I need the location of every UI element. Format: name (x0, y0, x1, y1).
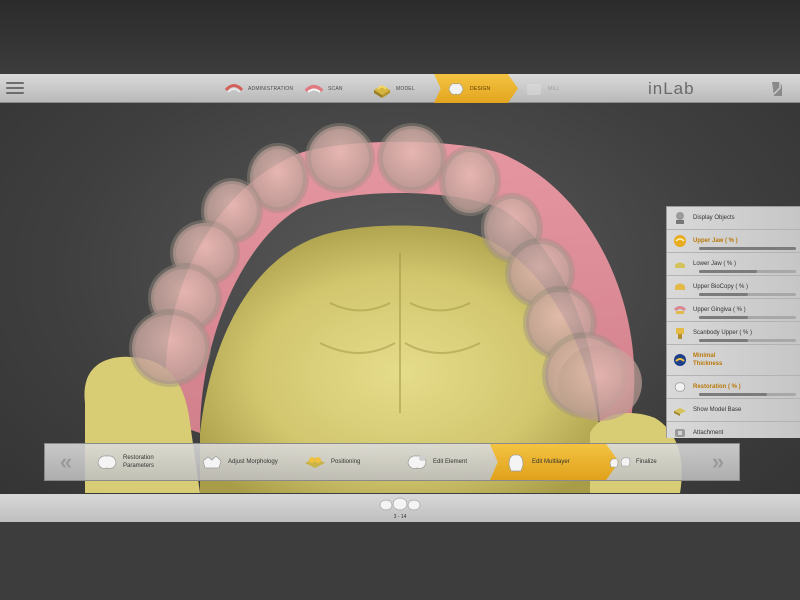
display-item-scanbody-upper[interactable]: Scanbody Upper ( % ) (667, 322, 800, 345)
item-label: Scanbody Upper ( % ) (693, 330, 753, 336)
step-restoration-parameters[interactable]: Restoration Parameters (95, 444, 195, 480)
phase-label: SCAN (328, 85, 343, 92)
step-label: Restoration Parameters (123, 455, 155, 469)
phase-label: DESIGN (470, 85, 491, 92)
scanbody-upper-icon (673, 326, 687, 340)
display-item-minimal-thickness[interactable]: Minimal Thickness (667, 345, 800, 376)
edit-element-icon (405, 451, 429, 473)
upper-jaw-icon (673, 234, 687, 248)
item-label: Attachment (693, 430, 724, 436)
minimal-thickness-icon (673, 353, 687, 367)
display-objects-header[interactable]: Display Objects (667, 207, 800, 230)
display-item-upper-biocopy[interactable]: Upper BioCopy ( % ) (667, 276, 800, 299)
item-label: Upper BioCopy ( % ) (693, 284, 749, 290)
opacity-slider[interactable] (699, 316, 796, 319)
opacity-slider[interactable] (699, 339, 796, 342)
double-chevron-right-icon[interactable]: » (705, 450, 731, 474)
panel-title: Display Objects (693, 215, 735, 221)
phase-label: MILL (548, 85, 560, 92)
item-label: Upper Jaw ( % ) (693, 238, 738, 244)
upper-biocopy-icon (673, 280, 687, 294)
display-objects-panel: Display Objects Upper Jaw ( % ) Lower Ja… (666, 206, 800, 438)
tooth-selection-icon[interactable] (378, 496, 422, 512)
phase-label: MODEL (396, 85, 415, 92)
mill-icon (524, 80, 544, 98)
display-item-attachment[interactable]: Attachment (667, 422, 800, 444)
step-label: Edit Element (433, 459, 468, 465)
positioning-icon (303, 451, 327, 473)
step-adjust-morphology[interactable]: Adjust Morphology (200, 444, 300, 480)
step-label: Edit Multilayer (532, 459, 570, 465)
item-label: Lower Jaw ( % ) (693, 261, 737, 267)
model-base-icon (673, 403, 687, 417)
finalize-icon (608, 451, 632, 473)
scan-icon (304, 80, 324, 98)
step-positioning[interactable]: Positioning (303, 444, 403, 480)
phase-administration[interactable]: ADMINISTRATION (218, 74, 298, 103)
restoration-icon (673, 380, 687, 394)
opacity-slider[interactable] (699, 393, 796, 396)
hamburger-menu-icon[interactable] (6, 82, 24, 95)
upper-gingiva-icon (673, 303, 687, 317)
phase-design[interactable]: DESIGN (434, 74, 518, 103)
brand-logo: inLab (648, 79, 695, 98)
step-label: Positioning (331, 459, 361, 465)
double-chevron-left-icon[interactable]: « (53, 450, 79, 474)
display-item-upper-jaw[interactable]: Upper Jaw ( % ) (667, 230, 800, 253)
phase-scan[interactable]: SCAN (298, 74, 366, 103)
flip-page-icon[interactable] (770, 80, 784, 98)
phase-steps: ADMINISTRATION SCAN MODEL DESIGN MILL (218, 74, 586, 103)
step-finalize[interactable]: Finalize (608, 444, 698, 480)
display-item-restoration[interactable]: Restoration ( % ) (667, 376, 800, 399)
display-item-lower-jaw[interactable]: Lower Jaw ( % ) (667, 253, 800, 276)
item-label: Restoration ( % ) (693, 384, 741, 390)
administration-icon (224, 80, 244, 98)
tooth-range-label: 3 - 14 (393, 514, 407, 520)
design-workflow-toolbar: « Restoration Parameters Adjust Morpholo… (44, 443, 740, 481)
item-label: Upper Gingiva ( % ) (693, 307, 746, 313)
step-label: Finalize (636, 459, 657, 465)
top-background (0, 0, 800, 74)
display-item-model-base[interactable]: Show Model Base (667, 399, 800, 422)
step-label: Adjust Morphology (228, 459, 278, 465)
item-label: Show Model Base (693, 407, 742, 413)
display-item-upper-gingiva[interactable]: Upper Gingiva ( % ) (667, 299, 800, 322)
step-edit-element[interactable]: Edit Element (405, 444, 505, 480)
step-edit-multilayer[interactable]: Edit Multilayer (490, 444, 619, 480)
lower-jaw-icon (673, 257, 687, 271)
opacity-slider[interactable] (699, 247, 796, 250)
edit-multilayer-icon (504, 451, 528, 473)
bottom-background (0, 522, 800, 600)
phase-label: ADMINISTRATION (248, 85, 294, 92)
opacity-slider[interactable] (699, 270, 796, 273)
attachment-icon (673, 426, 687, 440)
display-objects-icon (673, 211, 687, 225)
restoration-parameters-icon (95, 451, 119, 473)
adjust-morphology-icon (200, 451, 224, 473)
model-icon (372, 80, 392, 98)
item-label: Minimal Thickness (693, 353, 723, 367)
phase-model[interactable]: MODEL (366, 74, 434, 103)
phase-mill: MILL (518, 74, 586, 103)
design-icon (446, 80, 466, 98)
opacity-slider[interactable] (699, 293, 796, 296)
